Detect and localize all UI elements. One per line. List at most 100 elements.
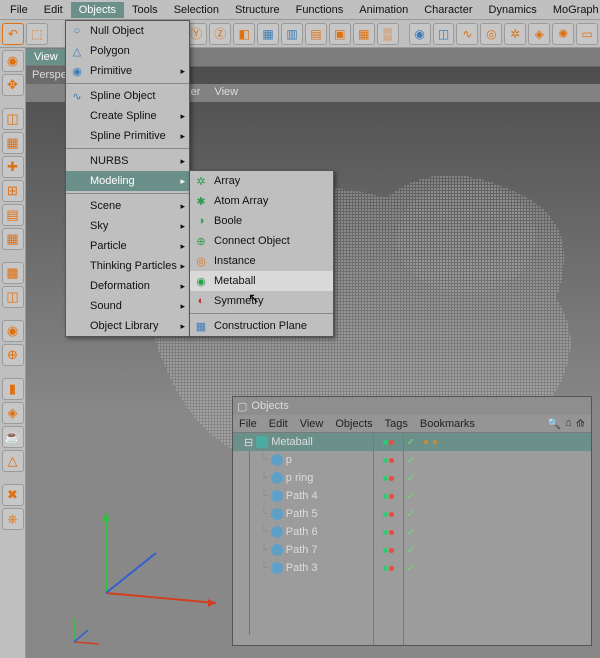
floor-icon[interactable]: ▭: [576, 23, 598, 45]
object-row-path-5[interactable]: └Path 5✓: [233, 505, 591, 523]
cursor-icon: ↖: [248, 290, 260, 307]
poly-mode-icon[interactable]: ▦: [2, 228, 24, 250]
object-row-p[interactable]: └p✓: [233, 451, 591, 469]
redo-button[interactable]: ⬚: [26, 23, 48, 45]
menu-mograph[interactable]: MoGraph: [545, 2, 600, 18]
model-mode-icon[interactable]: ◫: [2, 108, 24, 130]
tool2-icon[interactable]: ◈: [2, 402, 24, 424]
menu-item-null-object[interactable]: ○Null Object: [66, 21, 189, 41]
menu-item-modeling[interactable]: Modeling▸: [66, 171, 189, 191]
viewport-view[interactable]: View: [214, 86, 238, 100]
menu-animation[interactable]: Animation: [351, 2, 416, 18]
menu-item-connect-object[interactable]: ⊕Connect Object: [190, 231, 333, 251]
arrow-icon[interactable]: ⟰: [576, 417, 585, 430]
object-row-p-ring[interactable]: └p ring✓: [233, 469, 591, 487]
tool3-icon[interactable]: ☕: [2, 426, 24, 448]
objpanel-menu-tags[interactable]: Tags: [385, 418, 408, 430]
snap-icon[interactable]: ◉: [2, 320, 24, 342]
objects-menu-dropdown: ○Null Object△Polygon◉Primitive▸ ∿Spline O…: [65, 20, 190, 337]
axis-mode-icon[interactable]: ✚: [2, 156, 24, 178]
tool5-icon[interactable]: ✖: [2, 484, 24, 506]
menu-item-thinking-particles[interactable]: Thinking Particles▸: [66, 256, 189, 276]
search-icon[interactable]: 🔍: [547, 417, 561, 430]
menu-item-primitive[interactable]: ◉Primitive▸: [66, 61, 189, 81]
light-icon[interactable]: ✺: [552, 23, 574, 45]
menu-item-polygon[interactable]: △Polygon: [66, 41, 189, 61]
object-row-metaball[interactable]: ⊟Metaball✓● ●: [233, 433, 591, 451]
menu-item-instance[interactable]: ◎Instance: [190, 251, 333, 271]
menu-edit[interactable]: Edit: [36, 2, 71, 18]
objects-panel-title: ▢Objects: [233, 397, 591, 415]
quantize-icon[interactable]: ⊕: [2, 344, 24, 366]
primitive-cube-icon[interactable]: ◫: [433, 23, 455, 45]
objects-panel-menu: File Edit View Objects Tags Bookmarks 🔍 ⌂ ⟰: [233, 415, 591, 433]
menu-tools[interactable]: Tools: [124, 2, 166, 18]
object-row-path-7[interactable]: └Path 7✓: [233, 541, 591, 559]
menu-item-spline-object[interactable]: ∿Spline Object: [66, 86, 189, 106]
menu-item-metaball[interactable]: ◉Metaball: [190, 271, 333, 291]
render-settings-icon[interactable]: ▤: [305, 23, 327, 45]
home-icon[interactable]: ⌂: [565, 417, 572, 430]
sphere-icon[interactable]: ◉: [409, 23, 431, 45]
menu-item-deformation[interactable]: Deformation▸: [66, 276, 189, 296]
view-tab[interactable]: View: [26, 49, 66, 65]
object-row-path-3[interactable]: └Path 3✓: [233, 559, 591, 577]
objpanel-menu-edit[interactable]: Edit: [269, 418, 288, 430]
menu-objects[interactable]: Objects: [71, 2, 124, 18]
mini-axis-icon: [64, 612, 104, 652]
objpanel-menu-file[interactable]: File: [239, 418, 257, 430]
menu-item-sky[interactable]: Sky▸: [66, 216, 189, 236]
anim-icon[interactable]: ▦: [353, 23, 375, 45]
menu-item-scene[interactable]: Scene▸: [66, 196, 189, 216]
mode-toolbar: ◉ ✥ ◫ ▦ ✚ ⊞ ▤ ▦ ▩ ◫ ◉ ⊕ ▮ ◈ ☕ △ ✖ ⎈: [0, 48, 26, 658]
undo-button[interactable]: ↶: [2, 23, 24, 45]
picture-viewer-icon[interactable]: ▣: [329, 23, 351, 45]
objpanel-menu-bookmarks[interactable]: Bookmarks: [420, 418, 475, 430]
menu-item-construction-plane[interactable]: ▦Construction Plane: [190, 316, 333, 336]
tool4-icon[interactable]: △: [2, 450, 24, 472]
object-mode-icon[interactable]: ▦: [2, 132, 24, 154]
render-icon[interactable]: ▦: [257, 23, 279, 45]
menu-character[interactable]: Character: [416, 2, 480, 18]
texture-mode-icon[interactable]: ▩: [2, 262, 24, 284]
tool6-icon[interactable]: ⎈: [2, 508, 24, 530]
cube-icon[interactable]: ◧: [233, 23, 255, 45]
world-axis: [66, 503, 226, 623]
menu-item-boole[interactable]: ◑Boole: [190, 211, 333, 231]
edge-mode-icon[interactable]: ▤: [2, 204, 24, 226]
deformer-icon[interactable]: ◈: [528, 23, 550, 45]
menu-item-nurbs[interactable]: NURBS▸: [66, 151, 189, 171]
objpanel-menu-view[interactable]: View: [300, 418, 324, 430]
live-select-icon[interactable]: ◉: [2, 50, 24, 72]
objects-panel: ▢Objects File Edit View Objects Tags Bookmark…: [232, 396, 592, 646]
menu-item-symmetry[interactable]: ◐Symmetry: [190, 291, 333, 311]
axis-z-button[interactable]: Ⓩ: [209, 23, 231, 45]
workplane-icon[interactable]: ◫: [2, 286, 24, 308]
menu-item-spline-primitive[interactable]: Spline Primitive▸: [66, 126, 189, 146]
main-menubar: FileEditObjectsToolsSelectionStructureFu…: [0, 0, 600, 20]
menu-file[interactable]: File: [2, 2, 36, 18]
spline-icon[interactable]: ∿: [456, 23, 478, 45]
menu-item-atom-array[interactable]: ✱Atom Array: [190, 191, 333, 211]
menu-item-object-library[interactable]: Object Library▸: [66, 316, 189, 336]
point-mode-icon[interactable]: ⊞: [2, 180, 24, 202]
objects-tree[interactable]: ⊟Metaball✓● ●└p✓└p ring✓└Path 4✓└Path 5✓…: [233, 433, 591, 645]
menu-item-array[interactable]: ✲Array: [190, 171, 333, 191]
array-icon[interactable]: ✲: [504, 23, 526, 45]
tool1-icon[interactable]: ▮: [2, 378, 24, 400]
modeling-submenu-dropdown: ✲Array✱Atom Array◑Boole⊕Connect Object◎I…: [189, 170, 334, 337]
menu-selection[interactable]: Selection: [166, 2, 227, 18]
clip-icon[interactable]: ▒: [377, 23, 399, 45]
menu-item-particle[interactable]: Particle▸: [66, 236, 189, 256]
menu-item-create-spline[interactable]: Create Spline▸: [66, 106, 189, 126]
object-row-path-4[interactable]: └Path 4✓: [233, 487, 591, 505]
menu-functions[interactable]: Functions: [288, 2, 352, 18]
render-region-icon[interactable]: ▥: [281, 23, 303, 45]
menu-dynamics[interactable]: Dynamics: [481, 2, 545, 18]
objpanel-menu-objects[interactable]: Objects: [335, 418, 372, 430]
move-icon[interactable]: ✥: [2, 74, 24, 96]
menu-item-sound[interactable]: Sound▸: [66, 296, 189, 316]
menu-structure[interactable]: Structure: [227, 2, 288, 18]
object-row-path-6[interactable]: └Path 6✓: [233, 523, 591, 541]
nurbs-icon[interactable]: ◎: [480, 23, 502, 45]
